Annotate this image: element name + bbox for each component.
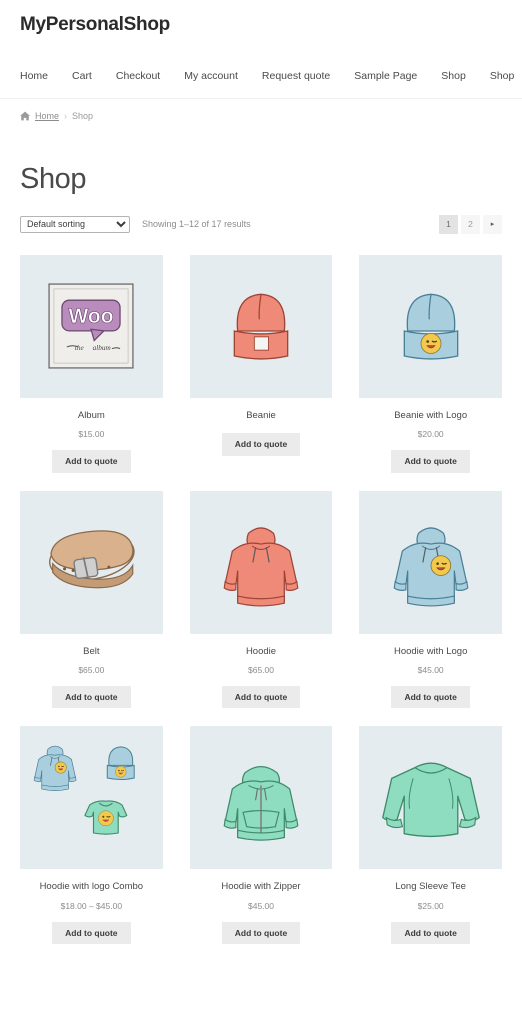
nav-item-home[interactable]: Home bbox=[20, 70, 48, 82]
add-to-quote-button[interactable]: Add to quote bbox=[391, 921, 470, 945]
add-to-quote-button[interactable]: Add to quote bbox=[221, 433, 301, 456]
product-name[interactable]: Hoodie with Logo bbox=[394, 646, 467, 658]
home-icon bbox=[20, 111, 30, 121]
shop-page: MyPersonalShop Home Cart Checkout My accoun… bbox=[0, 0, 522, 1024]
product-image-belt[interactable] bbox=[20, 490, 163, 634]
nav-item-shop-7[interactable]: Shop bbox=[490, 70, 515, 82]
svg-text:album: album bbox=[93, 344, 111, 352]
product-image-combo[interactable] bbox=[20, 726, 163, 870]
product-image-hoodie-zipper[interactable] bbox=[189, 726, 333, 870]
svg-text:the: the bbox=[75, 344, 85, 352]
pagination: 1 2 ▸ bbox=[439, 214, 502, 234]
pagination-page-1[interactable]: 1 bbox=[439, 214, 458, 234]
product-image-hoodie-logo[interactable] bbox=[359, 490, 502, 634]
product-card: Long Sleeve Tee $25.00 Add to quote bbox=[359, 726, 502, 945]
breadcrumb-home-link[interactable]: Home bbox=[35, 111, 59, 121]
product-card: Belt $65.00 Add to quote bbox=[20, 490, 163, 709]
shop-toolbar: Default sortingSort by popularitySort by… bbox=[0, 196, 522, 234]
nav-item-my-account[interactable]: My account bbox=[184, 70, 238, 82]
product-card: Hoodie with logo Combo $18.00 – $45.00 Add… bbox=[20, 726, 163, 945]
product-card: Beanie with Logo $20.00 Add to quote bbox=[359, 254, 502, 473]
product-card: Hoodie $65.00 Add to quote bbox=[189, 490, 333, 709]
product-price: $45.00 bbox=[247, 900, 274, 911]
add-to-quote-button[interactable]: Add to quote bbox=[221, 921, 301, 945]
site-header: MyPersonalShop bbox=[0, 0, 522, 37]
product-name[interactable]: Beanie bbox=[246, 410, 276, 422]
product-name[interactable]: Long Sleeve Tee bbox=[395, 881, 466, 893]
product-card: Beanie Add to quote bbox=[189, 254, 333, 473]
product-price: $65.00 bbox=[78, 664, 105, 675]
main-navigation: Home Cart Checkout My account Request quote S… bbox=[0, 55, 522, 99]
nav-item-cart[interactable]: Cart bbox=[72, 70, 92, 82]
sorting-select[interactable]: Default sortingSort by popularitySort by… bbox=[20, 215, 130, 233]
product-name[interactable]: Beanie with Logo bbox=[394, 410, 467, 422]
add-to-quote-button[interactable]: Add to quote bbox=[391, 685, 470, 709]
product-price: $18.00 – $45.00 bbox=[60, 900, 123, 911]
pagination-next-icon[interactable]: ▸ bbox=[483, 214, 502, 234]
breadcrumb: Home › Shop bbox=[0, 99, 522, 121]
product-price: $20.00 bbox=[417, 429, 444, 440]
product-image-beanie-coral[interactable] bbox=[189, 254, 333, 398]
product-name[interactable]: Hoodie with Zipper bbox=[221, 881, 300, 893]
site-title: MyPersonalShop bbox=[20, 14, 170, 35]
add-to-quote-button[interactable]: Add to quote bbox=[52, 685, 131, 709]
breadcrumb-current: Shop bbox=[72, 110, 94, 121]
product-price: $15.00 bbox=[78, 429, 105, 440]
product-image-hoodie-coral[interactable] bbox=[189, 490, 333, 634]
product-card: Hoodie with Logo $45.00 Add to quote bbox=[359, 490, 502, 709]
breadcrumb-separator: › bbox=[64, 110, 68, 121]
product-name[interactable]: Belt bbox=[83, 646, 99, 658]
product-card: Hoodie with Zipper $45.00 Add to quote bbox=[189, 726, 333, 945]
product-name[interactable]: Album bbox=[78, 410, 105, 422]
product-image-album[interactable]: Woo the album bbox=[20, 254, 163, 398]
result-count: Showing 1–12 of 17 results bbox=[142, 219, 251, 230]
nav-item-shop-6[interactable]: Shop bbox=[441, 70, 466, 82]
add-to-quote-button[interactable]: Add to quote bbox=[52, 921, 131, 945]
add-to-quote-button[interactable]: Add to quote bbox=[52, 450, 131, 473]
product-price: $25.00 bbox=[417, 900, 444, 911]
product-image-long-sleeve-tee[interactable] bbox=[359, 726, 502, 870]
svg-text:Woo: Woo bbox=[69, 305, 114, 328]
nav-item-sample-page[interactable]: Sample Page bbox=[354, 70, 417, 82]
page-title: Shop bbox=[20, 162, 87, 195]
add-to-quote-button[interactable]: Add to quote bbox=[221, 685, 301, 709]
product-grid: Woo the album Album $15.00 Add to quote Be… bbox=[0, 233, 522, 945]
nav-item-request-quote[interactable]: Request quote bbox=[262, 70, 330, 82]
product-price: $65.00 bbox=[247, 664, 274, 675]
product-name[interactable]: Hoodie bbox=[246, 646, 276, 658]
pagination-page-2[interactable]: 2 bbox=[461, 214, 480, 234]
product-image-beanie-logo[interactable] bbox=[359, 254, 502, 398]
nav-item-checkout[interactable]: Checkout bbox=[116, 70, 160, 82]
product-name[interactable]: Hoodie with logo Combo bbox=[40, 881, 144, 893]
add-to-quote-button[interactable]: Add to quote bbox=[391, 450, 470, 473]
product-card: Woo the album Album $15.00 Add to quote bbox=[20, 254, 163, 473]
product-price: $45.00 bbox=[417, 664, 444, 675]
